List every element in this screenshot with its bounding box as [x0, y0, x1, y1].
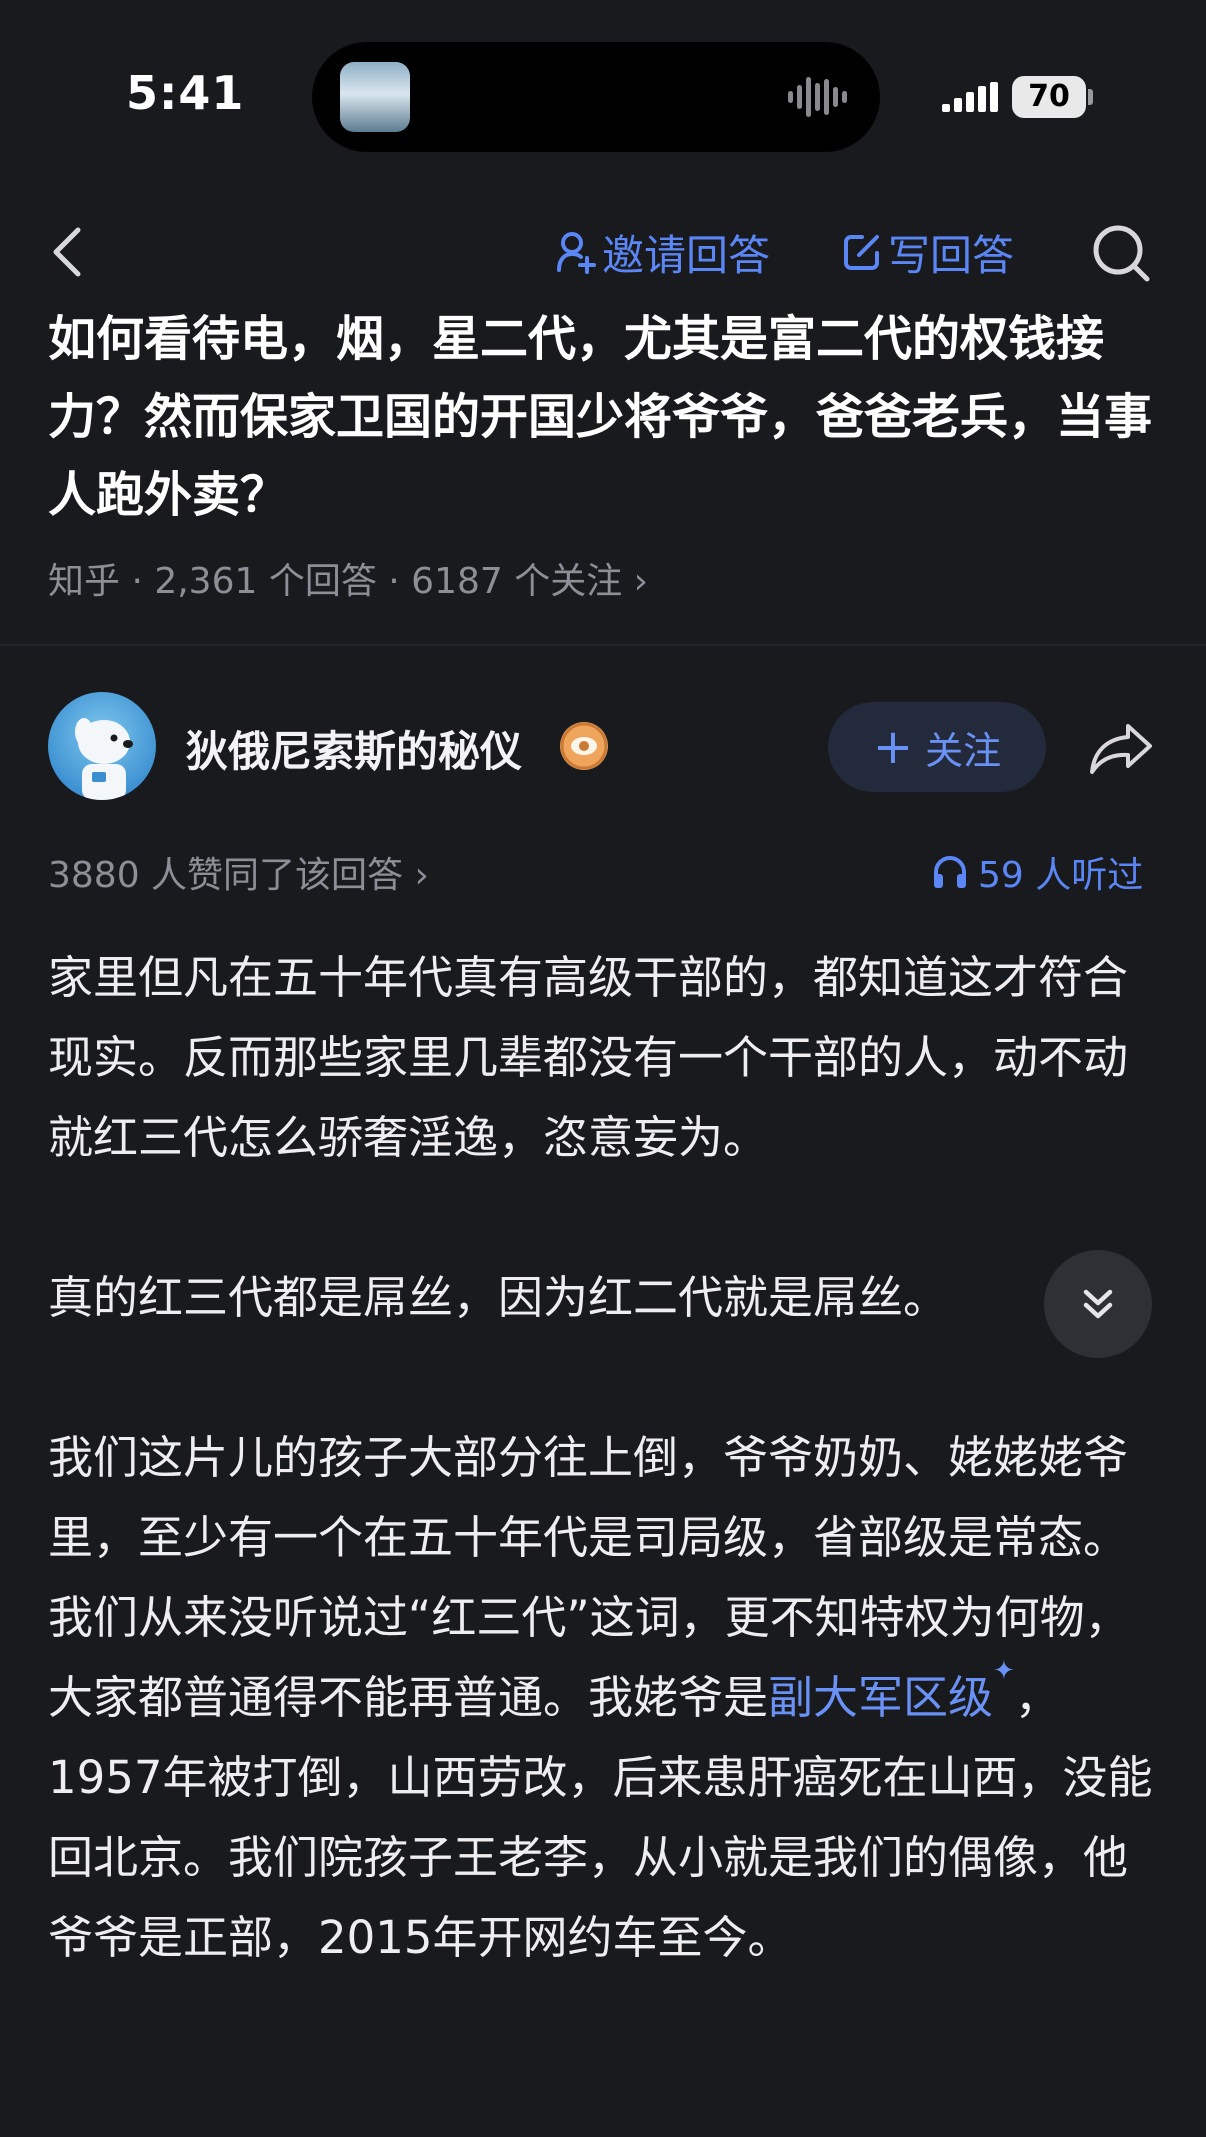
author-avatar[interactable] — [48, 692, 156, 800]
listen-count-label: 59 人听过 — [978, 855, 1144, 896]
headphones-icon — [934, 856, 966, 888]
badge-eye-icon[interactable] — [560, 722, 608, 770]
back-icon[interactable] — [48, 222, 88, 282]
plus-icon: + — [872, 719, 914, 775]
follow-button[interactable]: + 关注 — [828, 702, 1046, 792]
invite-person-icon — [557, 232, 596, 274]
invite-answer-label: 邀请回答 — [602, 230, 771, 280]
status-time: 5:41 — [126, 66, 245, 120]
search-icon[interactable] — [1090, 222, 1152, 284]
agree-count[interactable]: 3880 人赞同了该回答 › — [48, 846, 429, 898]
answer-paragraph: 我们这片儿的孩子大部分往上倒，爷爷奶奶、姥姥姥爷里，至少有一个在五十年代是司局级… — [48, 1418, 1168, 1978]
battery-level: 70 — [1012, 76, 1086, 118]
nav-bar: 邀请回答 写回答 — [0, 200, 1206, 310]
invite-answer-button[interactable]: 邀请回答 — [556, 222, 770, 282]
share-icon[interactable] — [1088, 720, 1156, 776]
author-name[interactable]: 狄俄尼索斯的秘仪 — [186, 718, 522, 779]
avatar-dog-illustration — [75, 718, 133, 800]
section-divider — [0, 644, 1206, 646]
cellular-signal-icon — [942, 82, 998, 112]
sparkle-icon: ✦ — [993, 1656, 1015, 1686]
question-title[interactable]: 如何看待电，烟，星二代，尤其是富二代的权钱接力？然而保家卫国的开国少将爷爷，爸爸… — [48, 300, 1168, 534]
term-link-label: 副大军区级 — [768, 1671, 994, 1724]
scroll-next-button[interactable] — [1044, 1250, 1152, 1358]
write-answer-label: 写回答 — [888, 230, 1015, 280]
battery-tip — [1088, 89, 1093, 105]
answer-content: 家里但凡在五十年代真有高级干部的，都知道这才符合现实。反而那些家里几辈都没有一个… — [48, 938, 1168, 1978]
audio-waveform-icon — [788, 77, 847, 117]
dynamic-island[interactable] — [312, 42, 880, 152]
write-answer-button[interactable]: 写回答 — [842, 222, 1014, 282]
answer-paragraph: 家里但凡在五十年代真有高级干部的，都知道这才符合现实。反而那些家里几辈都没有一个… — [48, 951, 1129, 1164]
listen-count[interactable]: 59 人听过 — [932, 846, 1143, 898]
now-playing-artwork — [340, 62, 410, 132]
status-bar: 5:41 70 — [0, 0, 1206, 180]
answer-paragraph: 真的红三代都是屌丝，因为红二代就是屌丝。 — [48, 1271, 949, 1324]
edit-icon — [844, 235, 879, 270]
question-meta[interactable]: 知乎 · 2,361 个回答 · 6187 个关注 › — [48, 552, 648, 604]
term-link[interactable]: 副大军区级✦ — [768, 1658, 1015, 1724]
double-chevron-down-icon — [1083, 1289, 1113, 1319]
follow-label: 关注 — [925, 728, 1002, 773]
